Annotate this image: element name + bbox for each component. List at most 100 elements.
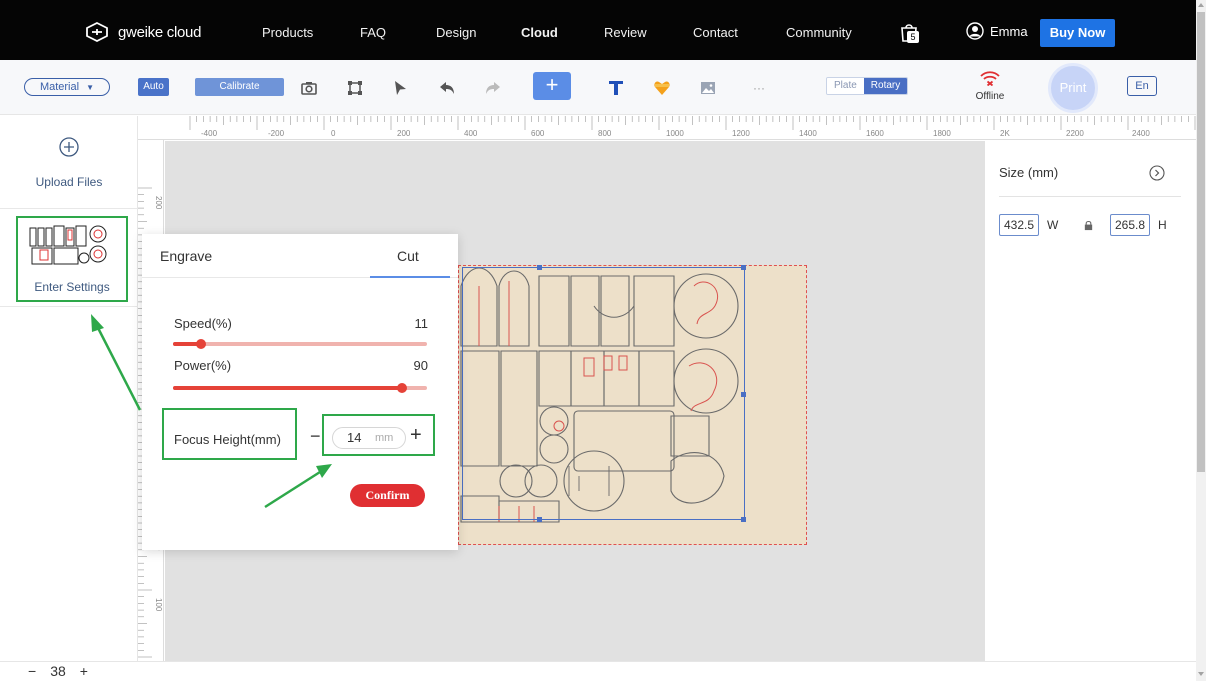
heart-shape-icon bbox=[654, 81, 670, 95]
shape-tool-button[interactable] bbox=[651, 78, 673, 98]
speed-slider[interactable] bbox=[173, 339, 427, 349]
user-menu[interactable]: Emma bbox=[966, 22, 1028, 40]
scroll-down-icon[interactable] bbox=[1198, 672, 1204, 676]
nav-community[interactable]: Community bbox=[786, 25, 852, 40]
mode-rotary-option[interactable]: Rotary bbox=[863, 78, 908, 94]
mode-plate-option[interactable]: Plate bbox=[827, 78, 864, 94]
nav-cloud[interactable]: Cloud bbox=[521, 25, 558, 40]
brand-logo[interactable]: gweike cloud bbox=[84, 20, 201, 44]
ruler-label: 1400 bbox=[799, 129, 817, 138]
material-label: Material bbox=[39, 81, 80, 93]
resize-handle[interactable] bbox=[741, 265, 746, 270]
resize-handle[interactable] bbox=[741, 392, 746, 397]
language-button[interactable]: En bbox=[1127, 76, 1157, 96]
brand-name: gweike cloud bbox=[118, 23, 202, 41]
height-label: H bbox=[1158, 218, 1167, 232]
ruler-label: 800 bbox=[598, 129, 612, 138]
frame-select-icon bbox=[348, 81, 362, 95]
cart-button[interactable]: 5 bbox=[898, 21, 920, 43]
resize-handle[interactable] bbox=[537, 517, 542, 522]
chevron-right-circle-icon[interactable] bbox=[1149, 165, 1165, 181]
confirm-button[interactable]: Confirm bbox=[350, 484, 425, 507]
ruler-label: 0 bbox=[331, 129, 336, 138]
image-tool-button[interactable] bbox=[697, 78, 719, 98]
add-element-button[interactable]: + bbox=[533, 72, 571, 100]
camera-button[interactable] bbox=[298, 78, 320, 98]
left-sidebar: Upload Files Enter Settings bbox=[0, 116, 138, 661]
tab-cut[interactable]: Cut bbox=[397, 248, 419, 264]
ruler-label: 2400 bbox=[1132, 129, 1150, 138]
calibrate-button[interactable]: Calibrate bbox=[195, 78, 284, 96]
auto-button[interactable]: Auto bbox=[138, 78, 169, 96]
speed-value: 11 bbox=[414, 316, 429, 331]
upload-files-button[interactable]: Upload Files bbox=[0, 136, 138, 189]
power-value: 90 bbox=[413, 358, 428, 373]
ruler-label: 1000 bbox=[666, 129, 684, 138]
focus-decrement-button[interactable]: − bbox=[310, 426, 321, 447]
wifi-offline-icon bbox=[980, 71, 1000, 87]
power-slider[interactable] bbox=[173, 383, 427, 393]
upload-files-label: Upload Files bbox=[35, 175, 103, 189]
vertical-scrollbar[interactable] bbox=[1196, 0, 1206, 681]
scrollbar-thumb[interactable] bbox=[1197, 12, 1205, 472]
frame-button[interactable] bbox=[344, 78, 366, 98]
resize-handle[interactable] bbox=[741, 517, 746, 522]
power-label: Power(%) bbox=[174, 358, 232, 373]
print-button[interactable]: Print bbox=[1048, 63, 1098, 113]
redo-icon bbox=[486, 82, 500, 94]
zoom-out-button[interactable]: − bbox=[28, 663, 36, 679]
ruler-label: -400 bbox=[201, 129, 218, 138]
zoom-in-button[interactable]: + bbox=[80, 663, 88, 679]
nav-design[interactable]: Design bbox=[436, 25, 476, 40]
select-tool-button[interactable] bbox=[389, 78, 411, 98]
design-preview-image bbox=[28, 224, 112, 268]
camera-icon bbox=[301, 82, 317, 95]
ruler-label: 2200 bbox=[1066, 129, 1084, 138]
tab-engrave[interactable]: Engrave bbox=[160, 248, 212, 264]
connection-status[interactable]: Offline bbox=[972, 70, 1008, 102]
undo-icon bbox=[440, 82, 454, 94]
status-label: Offline bbox=[975, 91, 1005, 102]
ruler-label: 400 bbox=[464, 129, 478, 138]
text-tool-button[interactable] bbox=[605, 78, 627, 98]
zoom-level: 38 bbox=[50, 663, 66, 679]
focus-height-unit: mm bbox=[375, 432, 394, 444]
horizontal-ruler: -400 -200 0 200 400 600 800 1000 1200 14… bbox=[138, 116, 1196, 140]
scroll-up-icon[interactable] bbox=[1198, 3, 1204, 7]
lock-icon[interactable] bbox=[1083, 220, 1094, 231]
power-slider-handle[interactable] bbox=[396, 383, 407, 393]
ruler-label: -200 bbox=[268, 129, 285, 138]
nav-review[interactable]: Review bbox=[604, 25, 647, 40]
width-input[interactable]: 432.5 bbox=[999, 214, 1040, 236]
nav-faq[interactable]: FAQ bbox=[360, 25, 386, 40]
nav-products[interactable]: Products bbox=[262, 25, 313, 40]
height-input[interactable]: 265.8 bbox=[1110, 214, 1151, 236]
speed-slider-handle[interactable] bbox=[195, 339, 206, 349]
gweike-logo-icon bbox=[86, 21, 108, 43]
file-thumbnail[interactable]: Enter Settings bbox=[16, 216, 128, 302]
buy-now-button[interactable]: Buy Now bbox=[1040, 19, 1115, 47]
nav-contact[interactable]: Contact bbox=[693, 25, 738, 40]
zoom-controls: − 38 + bbox=[28, 663, 88, 679]
chevron-down-icon: ▼ bbox=[86, 83, 95, 92]
ruler-label: 1200 bbox=[732, 129, 750, 138]
mode-toggle[interactable]: Plate Rotary bbox=[826, 77, 909, 95]
user-name: Emma bbox=[990, 23, 1028, 39]
ruler-label: 100 bbox=[154, 598, 163, 612]
material-dropdown[interactable]: Material ▼ bbox=[24, 78, 110, 96]
more-tools-button[interactable]: ··· bbox=[748, 78, 770, 98]
power-slider-fill bbox=[173, 386, 402, 390]
resize-handle[interactable] bbox=[537, 265, 542, 270]
focus-increment-button[interactable]: + bbox=[410, 424, 422, 447]
laser-settings-popup: Engrave Cut Speed(%) 11 Power(%) 90 Focu… bbox=[142, 234, 458, 550]
focus-height-value: 14 bbox=[347, 430, 362, 445]
redo-button[interactable] bbox=[482, 78, 504, 98]
divider bbox=[999, 196, 1181, 197]
ruler-label: 1600 bbox=[866, 129, 884, 138]
selection-box[interactable] bbox=[462, 265, 746, 522]
focus-height-input[interactable]: 14 mm bbox=[332, 427, 406, 449]
cart-count-badge: 5 bbox=[907, 31, 919, 43]
editor-toolbar: Material ▼ Auto Calibrate + ··· Plate Ro… bbox=[0, 60, 1196, 115]
size-title: Size (mm) bbox=[999, 165, 1059, 180]
undo-button[interactable] bbox=[436, 78, 458, 98]
